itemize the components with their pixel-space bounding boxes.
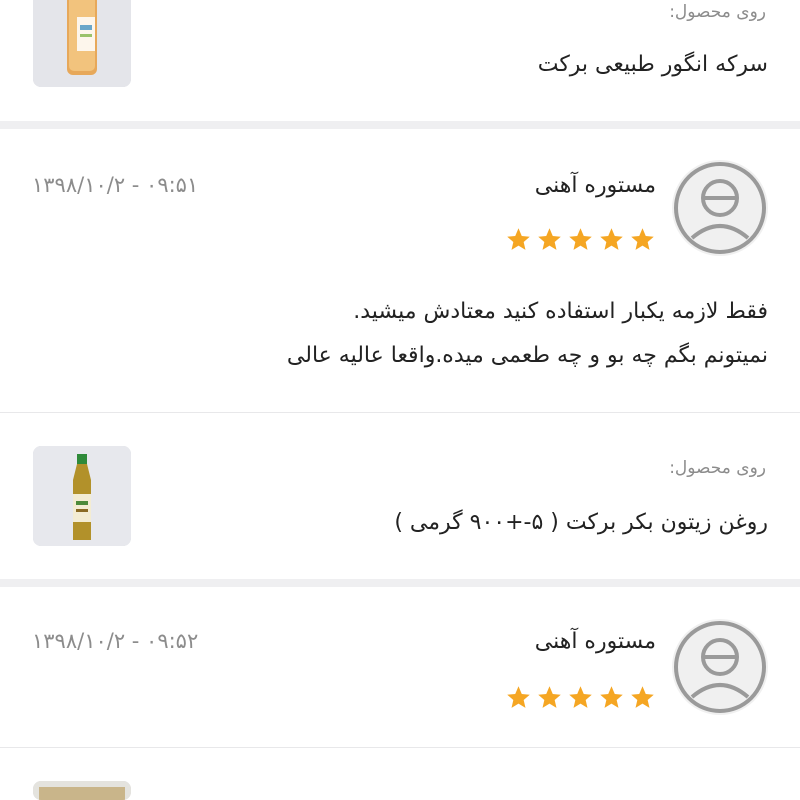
star-icon xyxy=(631,228,654,250)
vinegar-bottle-image[interactable] xyxy=(33,0,131,87)
rating-stars xyxy=(505,226,656,253)
star-icon xyxy=(507,228,530,250)
star-icon xyxy=(569,228,592,250)
product-image[interactable] xyxy=(33,781,131,800)
star-icon xyxy=(600,228,623,250)
review-comment: فقط لازمه یکبار استفاده کنید معتادش میشی… xyxy=(28,290,768,378)
product-card[interactable]: روی محصول: سرکه انگور طبیعی برکت xyxy=(0,0,800,121)
star-icon xyxy=(631,686,654,708)
review-author: مستوره آهنی xyxy=(534,173,656,198)
review-card: مستوره آهنی ۱۳۹۸/۱۰/۲ - ۰۹:۵۲ xyxy=(0,587,800,747)
review-author: مستوره آهنی xyxy=(534,629,656,654)
product-name[interactable]: سرکه انگور طبیعی برکت xyxy=(538,52,768,77)
star-icon xyxy=(507,686,530,708)
on-product-label: روی محصول: xyxy=(669,458,766,478)
user-avatar-icon xyxy=(672,619,768,715)
product-name[interactable]: روغن زیتون بکر برکت ( ۵-+۹۰۰ گرمی ) xyxy=(394,510,768,535)
comment-line: نمیتونم بگم چه بو و چه طعمی میده.واقعا ع… xyxy=(286,343,768,368)
user-avatar-icon xyxy=(672,160,768,256)
on-product-label: روی محصول: xyxy=(669,2,766,22)
star-icon xyxy=(538,686,561,708)
olive-oil-bottle-image[interactable] xyxy=(33,446,131,546)
review-datetime: ۱۳۹۸/۱۰/۲ - ۰۹:۵۱ xyxy=(32,173,199,197)
comment-line: فقط لازمه یکبار استفاده کنید معتادش میشی… xyxy=(353,299,768,324)
rating-stars xyxy=(505,684,656,711)
star-icon xyxy=(600,686,623,708)
product-card[interactable]: روی محصول: روغن زیتون بکر برکت ( ۵-+۹۰۰ … xyxy=(0,413,800,579)
review-datetime: ۱۳۹۸/۱۰/۲ - ۰۹:۵۲ xyxy=(32,629,199,653)
star-icon xyxy=(538,228,561,250)
review-card: مستوره آهنی ۱۳۹۸/۱۰/۲ - ۰۹:۵۱ فقط لازمه … xyxy=(0,129,800,412)
product-card[interactable] xyxy=(0,748,800,800)
star-icon xyxy=(569,686,592,708)
